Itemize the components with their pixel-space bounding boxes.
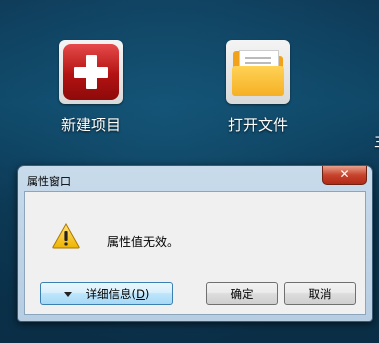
red-plus-icon <box>59 40 123 104</box>
close-icon: ✕ <box>339 167 350 181</box>
folder-icon <box>226 40 290 104</box>
dialog-client-area: 属性值无效。 详细信息(D) 确定 取消 <box>24 191 366 315</box>
desktop-icon-label: 打开文件 <box>227 116 288 134</box>
ok-button[interactable]: 确定 <box>206 282 278 305</box>
warning-icon <box>52 223 80 249</box>
details-label: 详细信息( <box>85 287 137 301</box>
details-label-end: ) <box>144 287 150 301</box>
desktop-icon-open-file[interactable]: 打开文件 <box>208 40 308 135</box>
property-dialog: 属性窗口 ✕ 属性值无效。 详细信息(D) 确定 取消 <box>17 165 373 322</box>
dialog-title: 属性窗口 <box>27 175 71 188</box>
details-button[interactable]: 详细信息(D) <box>40 282 173 305</box>
desktop-icon-label: 新建项目 <box>60 116 121 134</box>
desktop-icon-new-project[interactable]: 新建项目 <box>41 40 141 135</box>
desktop-icon-label-partial: 主 <box>374 130 379 151</box>
cancel-button[interactable]: 取消 <box>284 282 356 305</box>
details-access-key: D <box>136 287 145 301</box>
chevron-down-icon <box>63 292 72 297</box>
desktop: 新建项目 打开文件 主 属性窗口 ✕ <box>0 0 379 343</box>
dialog-message: 属性值无效。 <box>107 235 180 249</box>
close-button[interactable]: ✕ <box>322 166 367 185</box>
